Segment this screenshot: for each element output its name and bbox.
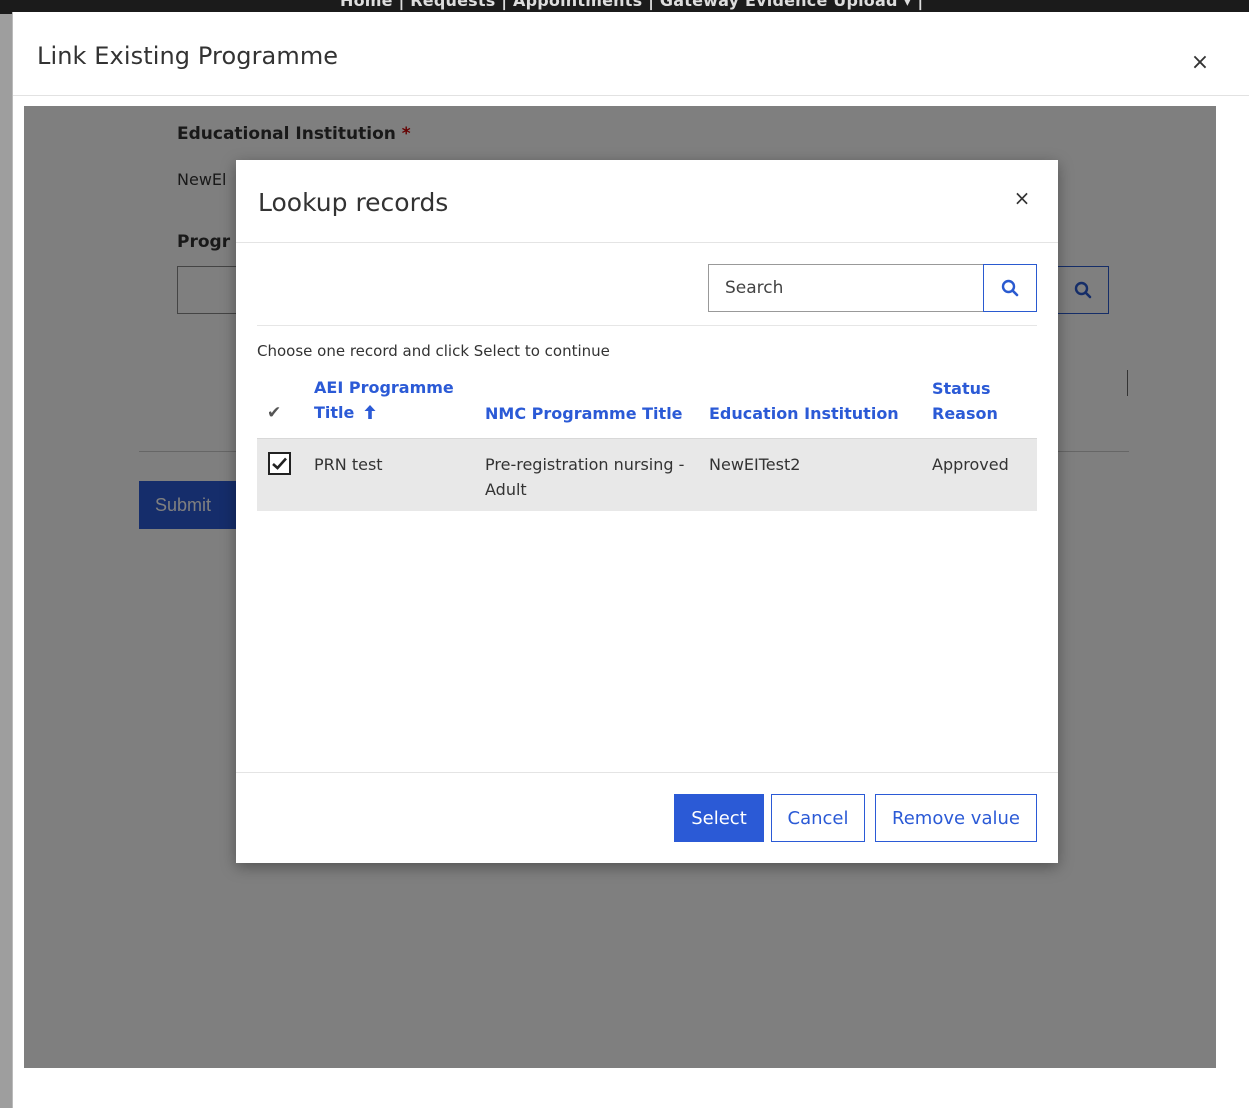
- column-header-status-reason[interactable]: Status Reason: [932, 376, 1022, 426]
- sort-ascending-icon: [364, 405, 376, 419]
- select-button[interactable]: Select: [674, 794, 764, 842]
- select-all-check-icon[interactable]: ✔: [267, 403, 287, 423]
- column-header-aei-programme-title[interactable]: AEI Programme Title: [314, 375, 464, 425]
- lookup-close-icon[interactable]: ×: [1012, 188, 1032, 208]
- table-row[interactable]: PRN test Pre-registration nursing - Adul…: [257, 438, 1037, 511]
- remove-value-button[interactable]: Remove value: [875, 794, 1037, 842]
- row-checkbox[interactable]: [268, 452, 291, 475]
- search-button[interactable]: [983, 264, 1037, 312]
- search-icon: [1001, 279, 1019, 297]
- column-header-nmc-programme-title[interactable]: NMC Programme Title: [485, 401, 683, 426]
- column-header-label: AEI Programme Title: [314, 378, 454, 422]
- cell-status-reason: Approved: [932, 455, 1009, 474]
- instruction-text: Choose one record and click Select to co…: [257, 342, 610, 360]
- dialog-close-icon[interactable]: ×: [1189, 52, 1211, 74]
- search-input[interactable]: [708, 264, 984, 312]
- cell-nmc-programme-title: Pre-registration nursing - Adult: [485, 455, 685, 499]
- cancel-button[interactable]: Cancel: [771, 794, 865, 842]
- dialog-header: Link Existing Programme ×: [13, 12, 1249, 96]
- dialog-title: Link Existing Programme: [37, 42, 339, 70]
- column-header-education-institution[interactable]: Education Institution: [709, 401, 899, 426]
- divider: [236, 772, 1058, 773]
- checkmark-icon: [272, 457, 287, 470]
- lookup-title: Lookup records: [258, 188, 449, 217]
- lookup-header: Lookup records ×: [236, 160, 1058, 243]
- cell-education-institution: NewEITest2: [709, 455, 801, 474]
- divider: [257, 325, 1037, 326]
- background-nav-text: Home | Requests | Appointments | Gateway…: [340, 0, 924, 10]
- lookup-records-dialog: Lookup records × Choose one record and c…: [236, 160, 1058, 863]
- cell-aei-programme-title: PRN test: [314, 455, 383, 474]
